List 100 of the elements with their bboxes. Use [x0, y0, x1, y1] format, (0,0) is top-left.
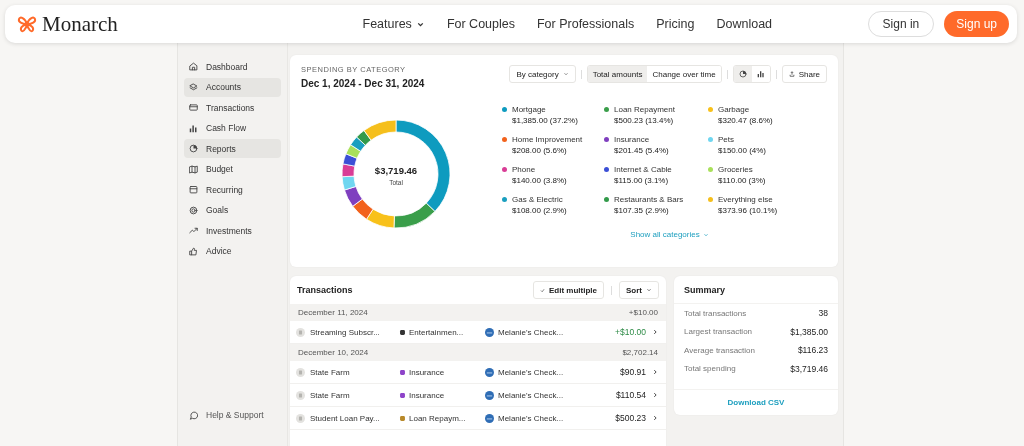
view-mode-tab[interactable]: Total amounts — [587, 66, 648, 82]
legend-label: Loan Repayment — [614, 105, 675, 114]
category-name: Loan Repaym... — [409, 413, 466, 423]
card-title: Summary — [674, 276, 838, 304]
card-icon — [189, 103, 198, 112]
category-name: Insurance — [409, 390, 445, 400]
sidebar-item[interactable]: Accounts — [184, 77, 281, 97]
edit-multiple-button[interactable]: Edit multiple — [533, 281, 604, 299]
chevron-down-icon — [562, 71, 569, 77]
legend-amount: $107.35 (2.9%) — [614, 206, 670, 215]
sidebar-item[interactable]: Budget — [184, 159, 281, 179]
day-total: +$10.00 — [628, 308, 658, 317]
account-name: Melanie's Check... — [498, 413, 564, 423]
category-name: Entertainmen... — [409, 327, 464, 337]
donut-slice — [345, 144, 362, 159]
nav-link[interactable]: Download — [716, 17, 773, 31]
account-name: Melanie's Check... — [498, 367, 564, 377]
chevron-right-icon — [652, 392, 658, 398]
nav-link[interactable]: For Professionals — [536, 17, 635, 31]
merchant-name: Streaming Subscr... — [310, 327, 380, 337]
category-name: Insurance — [409, 367, 445, 377]
transaction-amount: +$10.00 — [614, 327, 646, 337]
legend-label: Mortgage — [512, 105, 547, 114]
check-icon — [540, 287, 545, 293]
sidebar-item[interactable]: Transactions — [184, 98, 281, 117]
sidebar-item[interactable]: Recurring — [184, 180, 281, 199]
transaction-row[interactable]: Student Loan Pay... Loan Repaym... Melanie's Check... $500.23 — [290, 407, 666, 430]
merchant-icon — [296, 390, 305, 400]
bar-chart-icon — [756, 70, 765, 78]
legend-label: Pets — [718, 135, 735, 144]
trend-icon — [189, 226, 198, 235]
calendar-icon — [189, 185, 198, 194]
legend-label: Home Improvement — [512, 135, 583, 144]
summary-label: Average transaction — [684, 345, 755, 355]
share-button[interactable]: Share — [781, 65, 827, 83]
legend-amount: $115.00 (3.1%) — [614, 176, 670, 185]
legend-amount: $110.00 (3%) — [718, 176, 766, 185]
merchant-name: State Farm — [310, 390, 350, 400]
bank-account-icon — [485, 327, 494, 337]
sidebar-item[interactable]: Reports — [184, 139, 281, 158]
transaction-amount: $90.91 — [619, 367, 646, 377]
legend-amount: $150.00 (4%) — [718, 146, 767, 155]
donut-slice — [344, 186, 363, 207]
merchant-name: Student Loan Pay... — [310, 413, 380, 423]
bank-account-icon — [485, 390, 494, 400]
chevron-right-icon — [652, 329, 658, 335]
butterfly-logo-icon — [17, 15, 37, 33]
legend-amount: $140.00 (3.8%) — [512, 176, 567, 185]
legend-amount: $201.45 (5.4%) — [614, 146, 669, 155]
sidebar-item[interactable]: Investments — [184, 221, 281, 240]
nav-link[interactable]: Features — [362, 17, 425, 31]
legend-label: Internet & Cable — [614, 165, 672, 174]
card-title: Transactions — [297, 285, 354, 295]
sidebar-item[interactable]: Advice — [184, 241, 281, 261]
merchant-icon — [296, 327, 305, 337]
share-icon — [788, 71, 795, 77]
group-by-dropdown[interactable]: By category — [509, 65, 576, 83]
account-name: Melanie's Check... — [498, 390, 564, 400]
legend-label: Restaurants & Bars — [614, 195, 684, 204]
home-icon — [189, 62, 198, 71]
sort-button[interactable]: Sort — [619, 281, 659, 299]
legend-label: Phone — [512, 165, 537, 174]
legend-amount: $373.96 (10.1%) — [718, 206, 778, 215]
chart-type-toggle[interactable] — [733, 66, 752, 82]
layers-icon — [189, 82, 198, 92]
summary-value: $116.23 — [797, 345, 828, 356]
legend-amount: $320.47 (8.6%) — [718, 116, 773, 125]
nav-link[interactable]: Pricing — [656, 17, 695, 31]
summary-value: $3,719.46 — [790, 363, 828, 374]
transaction-row[interactable]: State Farm Insurance Melanie's Check... $110.54 — [290, 384, 666, 407]
bank-account-icon — [485, 413, 494, 423]
sign-in-button[interactable]: Sign in — [867, 11, 935, 37]
merchant-icon — [296, 413, 305, 423]
account-name: Melanie's Check... — [498, 327, 564, 337]
sidebar-item[interactable]: Dashboard — [184, 57, 281, 76]
nav-link[interactable]: For Couples — [446, 17, 515, 31]
legend-label: Garbage — [718, 105, 751, 114]
map-icon — [189, 164, 198, 174]
legend-label: Gas & Electric — [512, 195, 564, 204]
sidebar-item[interactable]: Cash Flow — [184, 118, 281, 138]
thumbs-up-icon — [189, 246, 198, 256]
transaction-row[interactable]: State Farm Insurance Melanie's Check... $90.91 — [290, 361, 666, 384]
chat-bubble-icon — [189, 410, 198, 420]
pie-chart-icon — [738, 70, 747, 78]
bar-chart-icon — [189, 123, 198, 133]
chevron-right-icon — [652, 415, 658, 421]
legend-label: Everything else — [718, 195, 774, 204]
legend-amount: $208.00 (5.6%) — [512, 146, 568, 155]
donut-slice — [342, 153, 358, 167]
legend-label: Groceries — [718, 165, 754, 174]
chevron-right-icon — [652, 369, 658, 375]
help-link[interactable]: Help & Support — [184, 409, 281, 421]
summary-label: Total transactions — [684, 308, 747, 318]
summary-label: Total spending — [684, 364, 736, 374]
sidebar-item[interactable]: Goals — [184, 200, 281, 220]
legend-amount: $108.00 (2.9%) — [512, 206, 567, 215]
merchant-icon — [296, 367, 305, 377]
target-icon — [189, 205, 198, 215]
donut-total: $3,719.46 — [374, 165, 418, 176]
merchant-name: State Farm — [310, 367, 350, 377]
